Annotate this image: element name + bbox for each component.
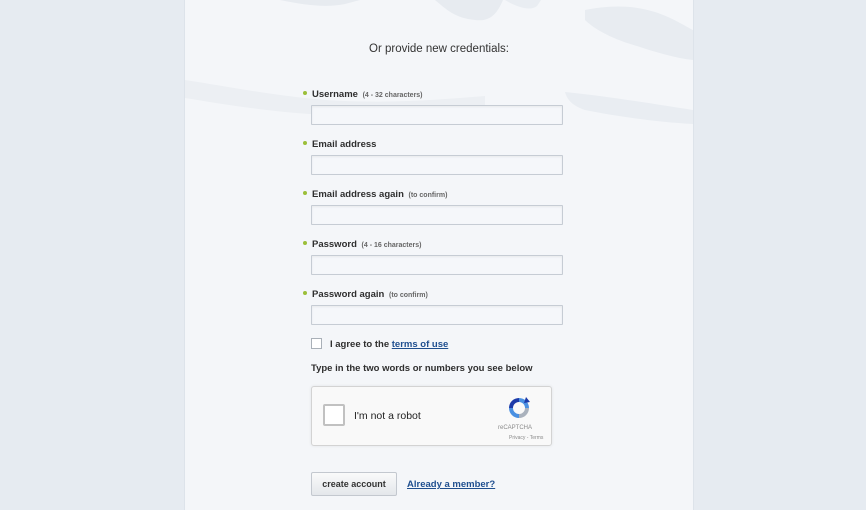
recaptcha-logo-icon [509,397,530,418]
recaptcha-brand: reCAPTCHA [498,425,533,431]
recaptcha-privacy-terms[interactable]: Privacy - Terms [509,435,543,441]
recaptcha-label: I'm not a robot [354,410,421,422]
email-input[interactable] [311,155,563,175]
required-dot-icon [303,141,307,146]
email-confirm-label-text: Email address again [312,189,404,200]
required-dot-icon [303,291,307,296]
captcha-instruction: Type in the two words or numbers you see… [311,363,533,374]
terms-agree-row: I agree to the terms of use [311,338,449,351]
email-confirm-input[interactable] [311,205,563,225]
password-confirm-hint: (to confirm) [388,292,428,299]
create-account-button[interactable]: create account [311,472,397,496]
email-label-text: Email address [312,139,377,150]
password-confirm-label: Password again (to confirm) [303,289,428,300]
username-hint: (4 - 32 characters) [362,92,423,99]
recaptcha-widget: I'm not a robot reCAPTCHA Privacy - Term… [311,386,552,446]
password-label-text: Password [312,239,357,250]
password-label: Password (4 - 16 characters) [303,239,421,250]
required-dot-icon [303,241,307,246]
username-label-text: Username [312,89,358,100]
password-confirm-input[interactable] [311,305,563,325]
email-confirm-hint: (to confirm) [408,192,448,199]
terms-of-use-link[interactable]: terms of use [392,339,449,350]
password-confirm-label-text: Password again [312,289,385,300]
email-label: Email address [303,139,376,150]
signup-panel: Or provide new credentials: Username (4 … [184,0,694,510]
recaptcha-checkbox[interactable] [323,404,345,426]
terms-agree-text: I agree to the [330,339,390,351]
password-input[interactable] [311,255,563,275]
already-member-link[interactable]: Already a member? [407,479,495,490]
required-dot-icon [303,191,307,196]
password-hint: (4 - 16 characters) [361,242,422,249]
email-confirm-label: Email address again (to confirm) [303,189,447,200]
username-label: Username (4 - 32 characters) [303,89,423,100]
page-heading: Or provide new credentials: [369,43,509,55]
username-input[interactable] [311,105,563,125]
page-background: Or provide new credentials: Username (4 … [0,0,866,510]
required-dot-icon [303,91,307,96]
terms-checkbox[interactable] [311,338,322,349]
